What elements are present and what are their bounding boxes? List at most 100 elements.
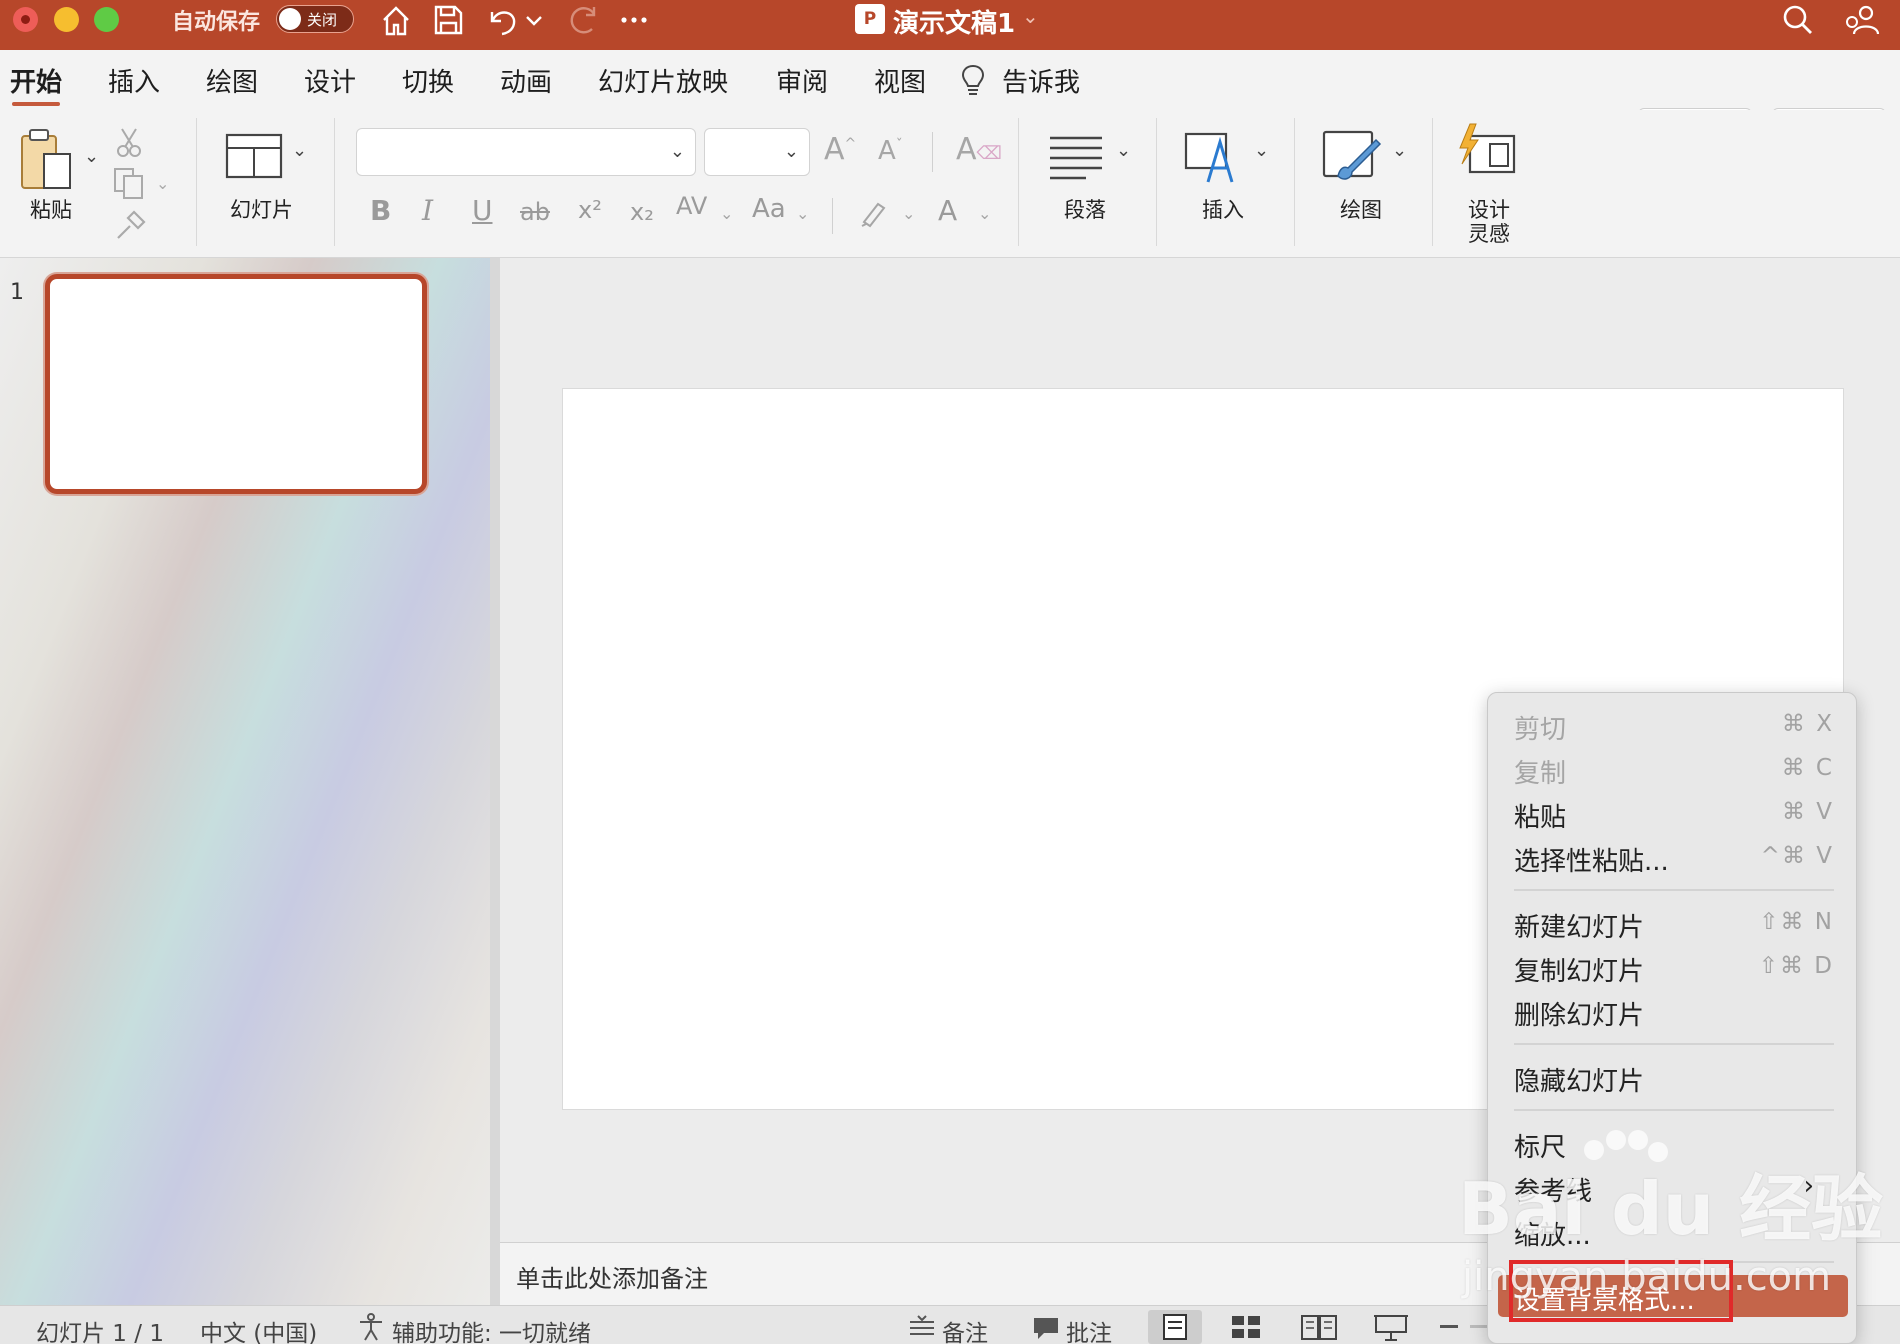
slide-chevron-down-icon[interactable]: ⌄ [292, 140, 307, 161]
menu-item-paste[interactable]: 粘贴 ⌘ V [1514, 797, 1834, 834]
menu-item-hide-slide[interactable]: 隐藏幻灯片 [1514, 1061, 1834, 1098]
save-icon[interactable] [428, 2, 468, 38]
slide-thumbnail-1[interactable] [45, 274, 427, 494]
font-name-select[interactable]: ⌄ [356, 128, 696, 176]
redo-icon[interactable] [562, 2, 602, 38]
tab-slideshow[interactable]: 幻灯片放映 [598, 62, 728, 99]
paste-icon[interactable] [18, 128, 80, 198]
ribbon-separator [1294, 118, 1295, 246]
slide-number: 1 [10, 280, 24, 305]
paste-chevron-down-icon[interactable]: ⌄ [84, 146, 99, 167]
paragraph-icon[interactable] [1046, 132, 1106, 180]
menu-item-cut[interactable]: 剪切 ⌘ X [1514, 709, 1834, 746]
font-color-chevron-down-icon[interactable]: ⌄ [978, 204, 991, 223]
font-size-chevron-down-icon: ⌄ [783, 141, 799, 162]
powerpoint-icon: P [855, 4, 885, 34]
subscript-button[interactable]: x₂ [630, 198, 654, 226]
tab-tell-me[interactable]: 告诉我 [1002, 62, 1080, 99]
accessibility-status[interactable]: 辅助功能: 一切就绪 [392, 1314, 591, 1344]
copy-icon[interactable] [112, 166, 146, 200]
notes-toggle-label[interactable]: 备注 [942, 1314, 988, 1344]
zoom-window-button[interactable] [94, 7, 119, 32]
draw-chevron-down-icon[interactable]: ⌄ [1392, 140, 1407, 161]
menu-item-label: 删除幻灯片 [1514, 1001, 1645, 1031]
minimize-window-button[interactable] [54, 7, 79, 32]
copy-chevron-down-icon[interactable]: ⌄ [156, 174, 169, 193]
accessibility-icon[interactable] [356, 1312, 386, 1342]
document-title[interactable]: 演示文稿1 [893, 3, 1015, 40]
menu-item-label: 选择性粘贴... [1514, 847, 1669, 877]
menu-item-paste-special[interactable]: 选择性粘贴... ^⌘ V [1514, 841, 1834, 878]
tab-view[interactable]: 视图 [874, 62, 926, 99]
menu-item-label: 隐藏幻灯片 [1514, 1067, 1645, 1097]
menu-shortcut: ⌘ V [1781, 799, 1834, 825]
menu-separator [1514, 889, 1834, 891]
autosave-toggle-label: 关闭 [307, 11, 338, 29]
comment-status-icon[interactable] [1032, 1316, 1060, 1342]
spacing-chevron-down-icon[interactable]: ⌄ [720, 204, 733, 223]
highlighter-icon[interactable] [856, 196, 890, 230]
pane-splitter[interactable] [490, 258, 500, 1305]
tab-design[interactable]: 设计 [304, 62, 356, 99]
toggle-knob [279, 8, 301, 30]
insert-chevron-down-icon[interactable]: ⌄ [1254, 140, 1269, 161]
font-name-chevron-down-icon: ⌄ [669, 141, 685, 162]
watermark-url: jingyan.baidu.com [1462, 1254, 1832, 1300]
bold-button[interactable]: B [370, 194, 391, 227]
superscript-button[interactable]: x² [578, 196, 602, 224]
undo-dropdown-chevron-icon[interactable] [522, 2, 546, 38]
slide-layout-icon[interactable] [224, 132, 284, 180]
highlighter-chevron-down-icon[interactable]: ⌄ [902, 204, 915, 223]
font-size-select[interactable]: ⌄ [704, 128, 810, 176]
cut-icon[interactable] [114, 126, 144, 158]
tab-home[interactable]: 开始 [10, 62, 62, 106]
tab-transitions[interactable]: 切换 [402, 62, 454, 99]
design-ideas-icon[interactable] [1456, 122, 1522, 186]
account-icon[interactable] [1842, 2, 1882, 38]
slide-sorter-view-button[interactable] [1220, 1310, 1274, 1344]
clear-formatting-icon[interactable]: A⌫ [956, 132, 1002, 167]
case-chevron-down-icon[interactable]: ⌄ [796, 204, 809, 223]
slideshow-view-button[interactable] [1364, 1310, 1418, 1344]
menu-item-delete-slide[interactable]: 删除幻灯片 [1514, 995, 1834, 1032]
paragraph-chevron-down-icon[interactable]: ⌄ [1116, 140, 1131, 161]
increase-font-size-icon[interactable]: A^ [824, 132, 856, 167]
menu-item-new-slide[interactable]: 新建幻灯片 ⇧⌘ N [1514, 907, 1834, 944]
menu-shortcut: ⇧⌘ N [1759, 909, 1834, 935]
notes-icon[interactable] [908, 1314, 936, 1340]
reading-view-button[interactable] [1292, 1310, 1346, 1344]
normal-view-button[interactable] [1148, 1310, 1202, 1344]
menu-item-label: 新建幻灯片 [1514, 913, 1645, 943]
ribbon-separator [196, 118, 197, 246]
tab-review[interactable]: 审阅 [776, 62, 828, 99]
undo-icon[interactable] [482, 2, 522, 38]
menu-item-duplicate-slide[interactable]: 复制幻灯片 ⇧⌘ D [1514, 951, 1834, 988]
decrease-font-size-icon[interactable]: Aˇ [878, 136, 903, 166]
font-color-icon[interactable]: A [938, 194, 957, 227]
autosave-toggle[interactable]: 关闭 [276, 5, 354, 33]
character-spacing-button[interactable]: AV [676, 192, 707, 220]
draw-brush-icon[interactable] [1320, 126, 1382, 188]
format-painter-icon[interactable] [112, 208, 148, 244]
strikethrough-button[interactable]: ab [520, 198, 550, 226]
menu-item-label: 粘贴 [1514, 803, 1567, 833]
search-icon[interactable] [1778, 2, 1818, 38]
home-icon[interactable] [376, 2, 416, 38]
tab-animations[interactable]: 动画 [500, 62, 552, 99]
menu-item-copy[interactable]: 复制 ⌘ C [1514, 753, 1834, 790]
language-status[interactable]: 中文 (中国) [200, 1314, 317, 1344]
tab-insert[interactable]: 插入 [108, 62, 160, 99]
title-chevron-down-icon[interactable]: ⌄ [1022, 4, 1039, 28]
underline-button[interactable]: U [472, 194, 493, 227]
tab-draw[interactable]: 绘图 [206, 62, 258, 99]
ribbon-separator [932, 132, 933, 172]
ribbon-separator [1432, 118, 1433, 246]
notes-placeholder: 单击此处添加备注 [516, 1265, 708, 1293]
insert-textbox-icon[interactable] [1182, 126, 1242, 186]
change-case-button[interactable]: Aa [752, 194, 786, 224]
more-icon[interactable] [614, 2, 654, 38]
zoom-out-icon[interactable] [1440, 1325, 1458, 1328]
comments-toggle-label[interactable]: 批注 [1066, 1314, 1112, 1344]
italic-button[interactable]: I [422, 194, 433, 227]
close-window-button[interactable] [13, 7, 38, 32]
